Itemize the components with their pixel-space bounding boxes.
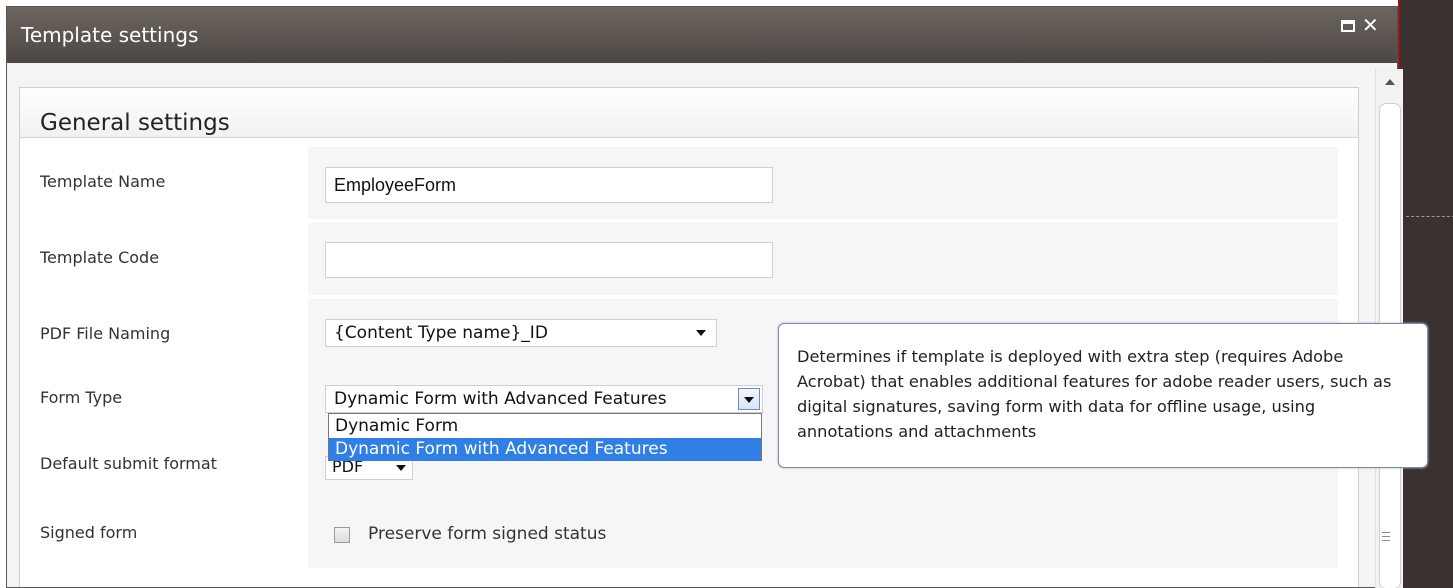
- form-type-dropdown-list[interactable]: Dynamic Form Dynamic Form with Advanced …: [328, 413, 762, 461]
- pdf-file-naming-select[interactable]: {Content Type name}_ID: [325, 319, 717, 347]
- dropdown-button[interactable]: [738, 388, 760, 410]
- chevron-down-icon: [744, 397, 754, 403]
- form-type-value: Dynamic Form with Advanced Features: [334, 389, 667, 409]
- dialog-titlebar[interactable]: Template settings ✕: [7, 7, 1397, 63]
- row-signed-form: Signed form: [30, 496, 1338, 568]
- default-submit-format-label: Default submit format: [40, 454, 217, 473]
- preserve-signed-status-checkbox[interactable]: [334, 527, 350, 543]
- scroll-up-icon[interactable]: [1385, 79, 1395, 85]
- chevron-down-icon: [396, 465, 406, 471]
- form-type-label: Form Type: [40, 388, 123, 407]
- pdf-file-naming-label: PDF File Naming: [40, 324, 171, 343]
- preserve-signed-status-label[interactable]: Preserve form signed status: [368, 524, 606, 544]
- dropdown-option-dynamic-form[interactable]: Dynamic Form: [329, 415, 761, 438]
- template-code-input[interactable]: [325, 242, 773, 278]
- template-code-label: Template Code: [40, 248, 160, 267]
- background-divider: [1406, 216, 1453, 217]
- dialog-title: Template settings: [21, 23, 199, 47]
- close-icon[interactable]: ✕: [1362, 13, 1379, 37]
- background-app-area: [1398, 0, 1453, 588]
- form-type-select[interactable]: Dynamic Form with Advanced Features: [325, 385, 763, 413]
- tooltip-text: Determines if template is deployed with …: [797, 347, 1392, 441]
- template-name-input[interactable]: [325, 167, 773, 203]
- signed-form-label: Signed form: [40, 523, 138, 542]
- dropdown-option-dynamic-form-advanced[interactable]: Dynamic Form with Advanced Features: [329, 438, 761, 461]
- scroll-grip-icon: [1382, 532, 1390, 541]
- pdf-file-naming-value: {Content Type name}_ID: [334, 323, 548, 343]
- section-title: General settings: [40, 110, 230, 136]
- section-header: General settings: [20, 88, 1358, 138]
- template-name-label: Template Name: [40, 172, 166, 191]
- form-type-tooltip: Determines if template is deployed with …: [778, 323, 1428, 468]
- chevron-down-icon: [696, 330, 706, 336]
- maximize-icon[interactable]: [1341, 20, 1355, 32]
